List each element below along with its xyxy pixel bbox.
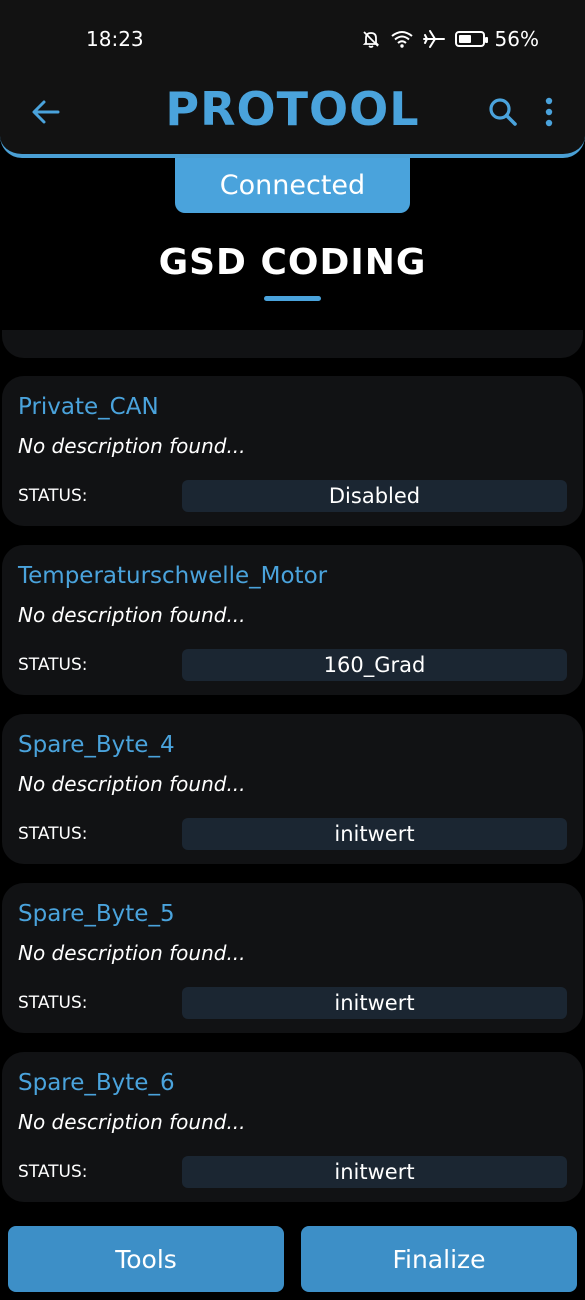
status-label: STATUS:: [18, 824, 88, 844]
status-value[interactable]: Disabled: [182, 480, 567, 512]
title-underline: [264, 296, 321, 301]
list-item[interactable]: Spare_Byte_4 No description found... STA…: [2, 714, 583, 864]
more-vertical-icon: [545, 97, 553, 127]
coding-name: Spare_Byte_4: [18, 732, 175, 758]
status-label: STATUS:: [18, 1162, 88, 1182]
coding-description: No description found...: [18, 1110, 246, 1134]
wifi-icon: [390, 30, 413, 48]
status-value[interactable]: initwert: [182, 818, 567, 850]
battery-level: [458, 35, 471, 43]
airplane-icon: [422, 29, 445, 49]
status-time: 18:23: [86, 27, 144, 51]
battery-percent: 56%: [494, 27, 539, 51]
system-status-bar: 18:23 56%: [0, 0, 585, 80]
coding-description: No description found...: [18, 941, 246, 965]
coding-name: Spare_Byte_6: [18, 1070, 175, 1096]
page-title: GSD CODING: [158, 242, 427, 283]
app-bar: PROTOOL: [0, 80, 585, 158]
list-item[interactable]: [2, 330, 583, 358]
coding-description: No description found...: [18, 603, 246, 627]
coding-name: Spare_Byte_5: [18, 901, 175, 927]
coding-description: No description found...: [18, 772, 246, 796]
list-item[interactable]: Private_CAN No description found... STAT…: [2, 376, 583, 526]
status-value[interactable]: 160_Grad: [182, 649, 567, 681]
search-button[interactable]: [485, 94, 521, 130]
connection-status-badge: Connected: [175, 158, 410, 213]
status-label: STATUS:: [18, 486, 88, 506]
finalize-button[interactable]: Finalize: [301, 1226, 577, 1292]
status-value[interactable]: initwert: [182, 1156, 567, 1188]
status-icons: 56%: [361, 27, 539, 51]
search-icon: [489, 98, 517, 126]
bottom-action-bar: Tools Finalize: [0, 1210, 585, 1300]
coding-name: Private_CAN: [18, 394, 159, 420]
overflow-menu-button[interactable]: [537, 94, 561, 130]
tools-button[interactable]: Tools: [8, 1226, 284, 1292]
status-label: STATUS:: [18, 993, 88, 1013]
coding-list[interactable]: Private_CAN No description found... STAT…: [0, 330, 585, 1210]
list-item[interactable]: Spare_Byte_6 No description found... STA…: [2, 1052, 583, 1202]
mute-icon: [361, 29, 381, 49]
status-label: STATUS:: [18, 655, 88, 675]
status-value[interactable]: initwert: [182, 987, 567, 1019]
coding-description: No description found...: [18, 434, 246, 458]
list-item[interactable]: Spare_Byte_5 No description found... STA…: [2, 883, 583, 1033]
coding-name: Temperaturschwelle_Motor: [18, 563, 328, 589]
list-item[interactable]: Temperaturschwelle_Motor No description …: [2, 545, 583, 695]
battery-icon: [454, 31, 488, 47]
